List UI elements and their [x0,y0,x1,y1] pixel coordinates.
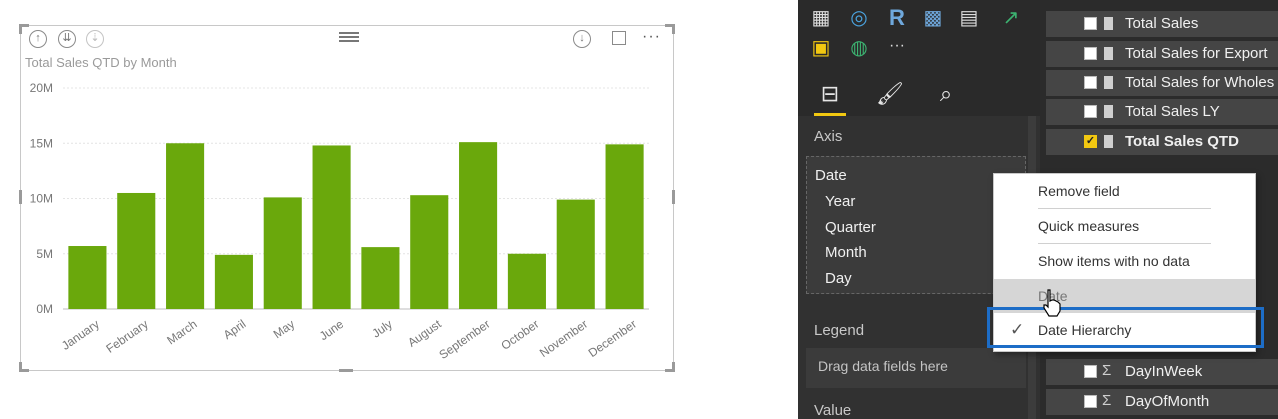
field-row-total-sales-qtd[interactable]: ✓ Total Sales QTD [1046,129,1278,155]
x-tick-label: May [271,317,298,341]
bar-october[interactable] [507,253,546,309]
legend-label: Legend [814,322,865,339]
field-row-day-in-week[interactable]: Σ DayInWeek [1046,359,1278,385]
bar-june[interactable] [312,145,351,309]
globe-icon[interactable]: ◍ [846,36,872,60]
x-tick-label: February [103,317,150,356]
hierarchy-item-quarter[interactable]: Quarter [825,219,876,236]
donut-icon[interactable]: ◎ [846,6,872,30]
value-label: Value [814,402,852,419]
field-checkbox[interactable] [1084,395,1097,408]
field-checkbox-checked[interactable]: ✓ [1084,135,1097,148]
stacked-bar-icon[interactable]: ▦ [808,6,834,30]
menu-item-label: Remove field [1038,183,1120,199]
sigma-icon: Σ [1102,392,1112,409]
x-tick-label: July [369,317,395,341]
field-name: Total Sales for Export [1125,45,1268,62]
menu-item-label: Quick measures [1038,218,1140,234]
field-name: Total Sales for Wholes [1125,74,1275,91]
field-name: Total Sales LY [1125,103,1220,120]
calculator-icon [1104,17,1113,30]
format-tab[interactable]: 🖌 [868,76,912,112]
field-checkbox[interactable] [1084,365,1097,378]
filled-map-icon[interactable]: ▩ [920,6,946,30]
menu-item-show-items-no-data[interactable]: Show items with no data [994,244,1255,278]
field-row-total-sales-for-wholesale[interactable]: Total Sales for Wholes [1046,70,1278,96]
field-row-total-sales-for-export[interactable]: Total Sales for Export [1046,41,1278,67]
x-tick-label: December [586,317,639,360]
field-name: DayInWeek [1125,363,1203,380]
bar-september[interactable] [459,142,498,309]
field-row-day-of-month[interactable]: Σ DayOfMonth [1046,389,1278,415]
more-visuals-icon[interactable]: ··· [884,34,910,58]
x-tick-label: August [405,316,444,349]
menu-item-quick-measures[interactable]: Quick measures [994,209,1255,243]
axis-field-date[interactable]: Date [815,167,847,184]
bar-january[interactable] [68,246,107,309]
bar-december[interactable] [605,144,644,309]
highlight-box [987,307,1264,348]
x-tick-label: June [317,317,347,344]
analytics-tab[interactable]: ⌕ [924,76,968,112]
kpi-icon[interactable]: ↗ [998,6,1024,30]
table-icon[interactable]: ▤ [956,6,982,30]
calculator-icon [1104,105,1113,118]
axis-label: Axis [814,128,843,145]
legend-drop-zone[interactable]: Drag data fields here [806,348,1026,388]
field-checkbox[interactable] [1084,76,1097,89]
field-row-total-sales-ly[interactable]: Total Sales LY [1046,99,1278,125]
bar-november[interactable] [556,199,595,309]
x-tick-label: March [164,317,199,348]
bar-february[interactable] [117,192,156,309]
field-name: DayOfMonth [1125,393,1210,410]
bar-july[interactable] [361,247,400,309]
field-name: Total Sales QTD [1125,133,1239,150]
field-checkbox[interactable] [1084,105,1097,118]
field-checkbox[interactable] [1084,47,1097,60]
x-tick-label: October [498,317,541,353]
x-tick-label: September [437,317,493,362]
y-tick-label: 5M [36,247,53,261]
field-row-total-sales[interactable]: Total Sales [1046,11,1278,37]
calculator-icon [1104,135,1113,148]
visual-gallery: ▦ ◎ R ▩ ▤ ↗ ▣ ◍ ··· [798,0,1040,70]
x-tick-label: January [59,317,102,353]
y-tick-label: 15M [30,136,53,150]
r-script-icon[interactable]: R [884,6,910,30]
field-checkbox[interactable] [1084,17,1097,30]
bar-may[interactable] [263,197,302,309]
x-tick-label: April [221,317,249,342]
y-tick-label: 20M [30,81,53,95]
bar-april[interactable] [214,254,253,309]
card-icon[interactable]: ▣ [808,36,834,60]
hand-cursor-icon [1043,289,1061,317]
bar-august[interactable] [410,195,449,309]
menu-item-remove-field[interactable]: Remove field [994,174,1255,208]
bar-march[interactable] [166,143,205,309]
x-tick-label: November [537,317,590,360]
calculator-icon [1104,76,1113,89]
hierarchy-item-month[interactable]: Month [825,244,867,261]
pane-tabs: ⊟ 🖌 ⌕ [798,70,1040,116]
hierarchy-item-day[interactable]: Day [825,270,852,287]
hierarchy-item-year[interactable]: Year [825,193,855,210]
y-tick-label: 0M [36,302,53,316]
field-name: Total Sales [1125,15,1199,32]
fields-tab[interactable]: ⊟ [808,76,852,112]
bar-chart: 0M 5M 10M 15M 20M January February March April Ma… [30,81,649,362]
y-tick-label: 10M [30,192,53,206]
active-tab-indicator [814,113,846,116]
sigma-icon: Σ [1102,362,1112,379]
chart-visual[interactable]: ↑ ⇊ ⇣ ↓ ··· Total Sales QTD by Month 0M 5… [19,24,675,372]
menu-item-label: Show items with no data [1038,253,1190,269]
calculator-icon [1104,47,1113,60]
